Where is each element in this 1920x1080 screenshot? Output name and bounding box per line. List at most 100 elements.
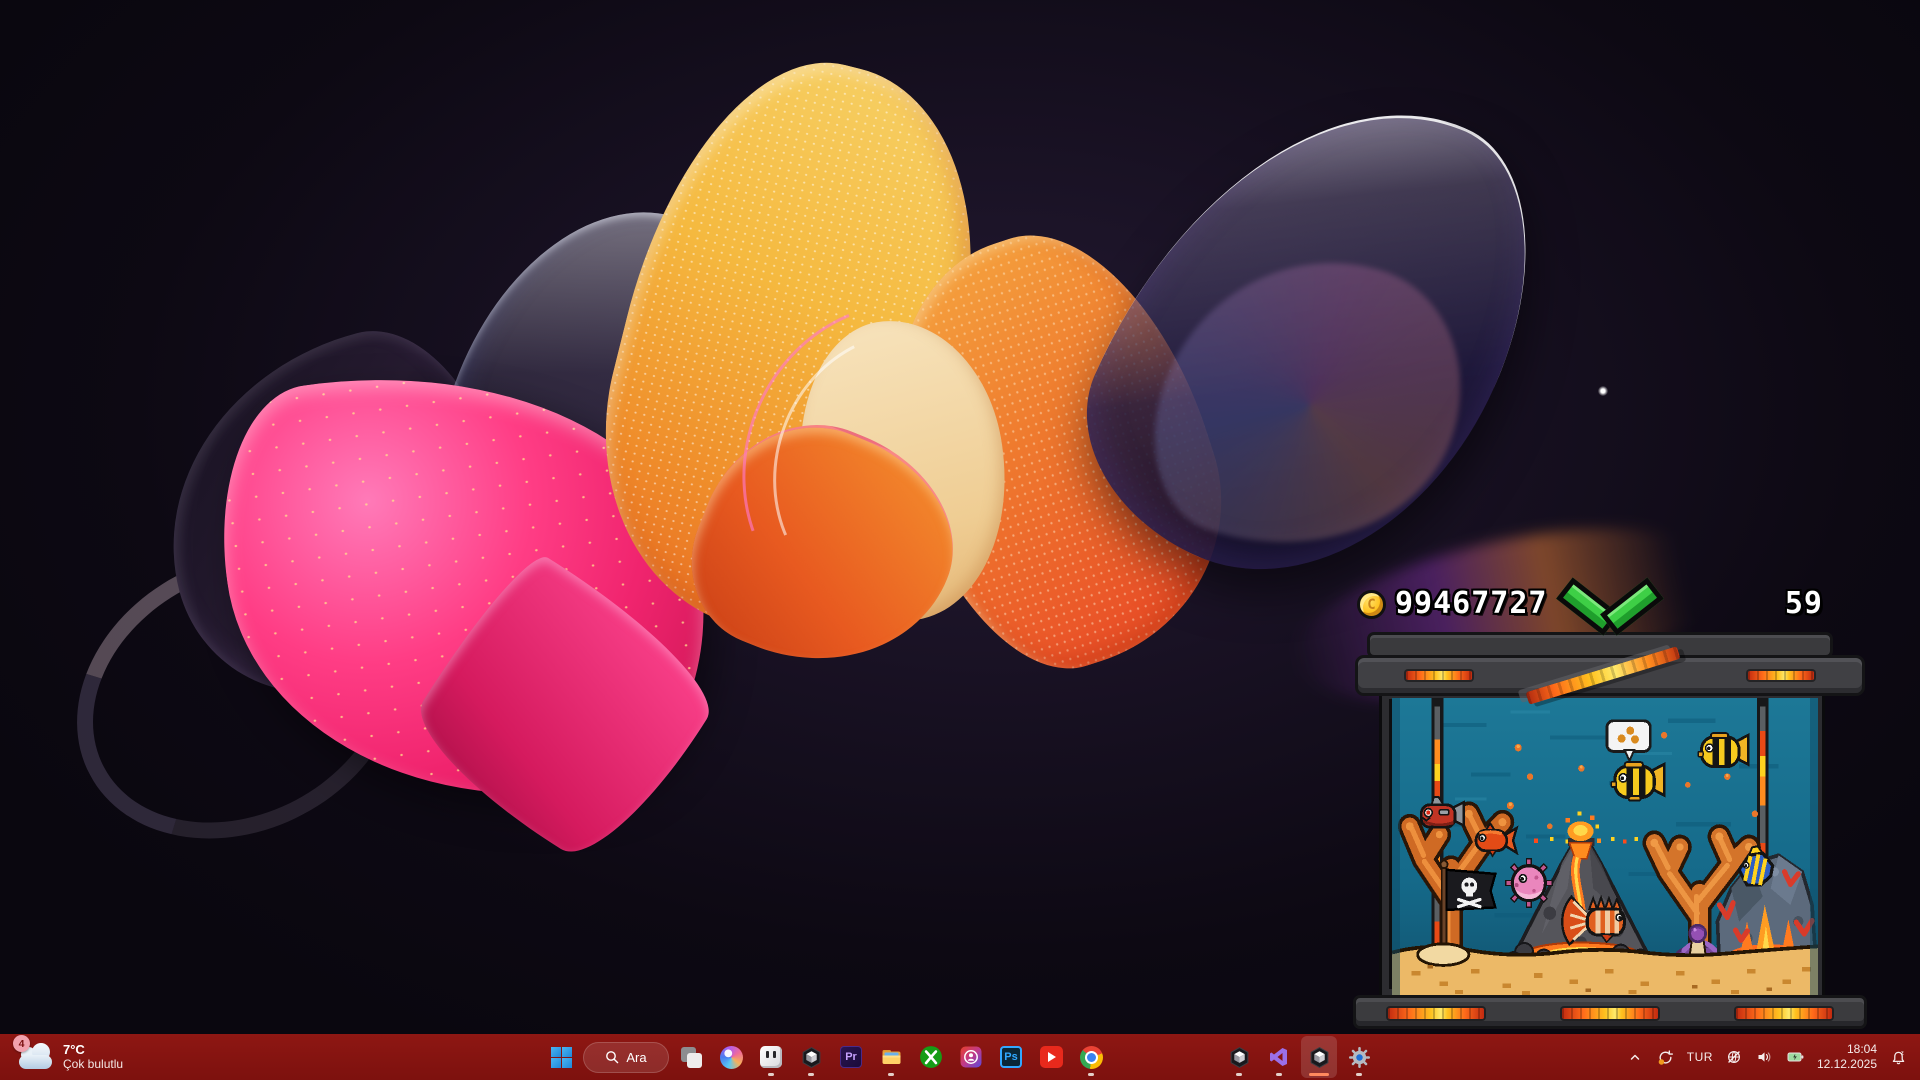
tank-lid	[1355, 655, 1865, 696]
running-indicator	[768, 1073, 774, 1076]
visual-studio-icon	[1268, 1046, 1290, 1068]
aquarium-widget[interactable]: C 99467727 59	[1353, 585, 1867, 1029]
network-button[interactable]	[1724, 1043, 1744, 1071]
taskbar: 4 7°C Çok bulutlu Ara	[0, 1034, 1920, 1080]
wallpaper-glass-petal	[421, 165, 778, 564]
bell-dnd-icon: z	[1890, 1049, 1907, 1066]
task-view-icon	[681, 1047, 702, 1068]
tray-time: 18:04	[1817, 1042, 1877, 1057]
taskbar-app-explorer[interactable]	[873, 1036, 909, 1078]
lid-lava-strip	[1748, 671, 1814, 680]
wallpaper-gloss-rim	[735, 296, 1066, 645]
windows-logo-icon	[551, 1047, 572, 1068]
weather-condition: Çok bulutlu	[63, 1057, 123, 1072]
taskbar-app-unity-1[interactable]	[1221, 1036, 1257, 1078]
battery-charging-icon	[1786, 1049, 1806, 1065]
unity-icon	[1228, 1046, 1251, 1069]
pet-app-icon	[760, 1046, 782, 1068]
battery-button[interactable]	[1786, 1043, 1806, 1071]
taskbar-app-photoshop[interactable]: Ps	[993, 1036, 1029, 1078]
chrome-icon	[1080, 1046, 1103, 1069]
wallpaper-pink-petal	[202, 334, 729, 835]
premiere-pro-icon: Pr	[840, 1046, 862, 1068]
coin-counter: 99467727	[1395, 586, 1548, 621]
running-indicator	[888, 1073, 894, 1076]
fish-counter: 59	[1785, 586, 1823, 621]
language-indicator[interactable]: TUR	[1687, 1050, 1713, 1064]
wallpaper-glass-loop	[27, 496, 454, 894]
running-indicator	[1276, 1073, 1282, 1076]
clock[interactable]: 18:04 12.12.2025	[1817, 1042, 1877, 1072]
svg-text:z: z	[1900, 1050, 1903, 1056]
aquarium-scene	[1392, 698, 1818, 996]
wallpaper-orange-petal	[846, 199, 1264, 701]
taskbar-app-unity-hub[interactable]	[793, 1036, 829, 1078]
wallpaper-cream-petal	[776, 304, 1030, 635]
base-lava-strip	[1736, 1008, 1832, 1019]
running-indicator	[808, 1073, 814, 1076]
chevron-up-icon	[1628, 1050, 1642, 1064]
wallpaper-glass-right-petal	[1044, 31, 1585, 638]
taskbar-app-premiere[interactable]: Pr	[833, 1036, 869, 1078]
chevron-down-icon[interactable]	[1560, 581, 1660, 647]
search-label: Ara	[626, 1050, 646, 1065]
update-pending-button[interactable]	[1656, 1043, 1676, 1071]
lid-lava-strip	[1406, 671, 1472, 680]
speaker-icon	[1756, 1049, 1773, 1065]
globe-no-internet-icon	[1726, 1049, 1742, 1065]
search-box[interactable]: Ara	[583, 1036, 669, 1078]
cloud-icon: 4	[18, 1044, 54, 1070]
xbox-icon	[919, 1045, 943, 1069]
weather-temperature: 7°C	[63, 1042, 123, 1057]
wallpaper-pink-tail	[395, 542, 734, 878]
taskbar-app-xbox[interactable]	[913, 1036, 949, 1078]
taskbar-app-pet[interactable]	[753, 1036, 789, 1078]
taskbar-app-task-view[interactable]	[673, 1036, 709, 1078]
volume-button[interactable]	[1755, 1043, 1775, 1071]
taskbar-app-visual-studio[interactable]	[1261, 1036, 1297, 1078]
taskbar-app-unity-active[interactable]	[1301, 1036, 1337, 1078]
hidden-icons-button[interactable]	[1625, 1043, 1645, 1071]
file-explorer-icon	[880, 1046, 903, 1068]
taskbar-app-copilot[interactable]	[713, 1036, 749, 1078]
pufferfish	[1506, 859, 1553, 908]
taskbar-app-settings[interactable]	[1341, 1036, 1377, 1078]
taskbar-separator	[1113, 1052, 1217, 1062]
base-lava-strip	[1388, 1008, 1484, 1019]
butterflyfish	[1698, 733, 1748, 766]
desktop: C 99467727 59	[0, 0, 1920, 1080]
weather-widget[interactable]: 4 7°C Çok bulutlu	[12, 1034, 129, 1080]
taskbar-app-youtube[interactable]	[1033, 1036, 1069, 1078]
system-tray: TUR	[1625, 1034, 1920, 1080]
weather-badge: 4	[13, 1035, 30, 1052]
running-indicator	[1236, 1073, 1242, 1076]
sync-icon	[1657, 1049, 1674, 1066]
active-indicator	[1309, 1073, 1329, 1076]
aquarium-tank[interactable]	[1379, 689, 1825, 999]
running-indicator	[1356, 1073, 1362, 1076]
wallpaper-dark-petal	[127, 307, 543, 723]
copilot-icon	[720, 1046, 743, 1069]
settings-gear-icon	[1348, 1046, 1371, 1069]
wallpaper-yellow-petal	[561, 29, 1019, 662]
taskbar-app-chrome[interactable]	[1073, 1036, 1109, 1078]
wallpaper-iridescent-glow	[1126, 218, 1495, 593]
taskbar-app-people[interactable]	[953, 1036, 989, 1078]
unity-icon	[1308, 1046, 1331, 1069]
youtube-icon	[1040, 1046, 1063, 1068]
start-button[interactable]	[543, 1036, 579, 1078]
unity-hub-icon	[800, 1046, 823, 1069]
coin-icon: C	[1357, 590, 1386, 619]
people-app-icon	[960, 1046, 982, 1068]
wallpaper-orange-curl	[665, 392, 985, 704]
taskbar-center: Ara Pr	[543, 1034, 1377, 1080]
running-indicator	[1088, 1073, 1094, 1076]
search-icon	[605, 1050, 619, 1064]
notifications-button[interactable]: z	[1888, 1043, 1908, 1071]
base-lava-strip	[1562, 1008, 1658, 1019]
wallpaper-sparkle	[1598, 386, 1608, 396]
photoshop-icon: Ps	[1000, 1046, 1022, 1068]
wallpaper-gloss-rim	[691, 253, 1099, 676]
tray-date: 12.12.2025	[1817, 1057, 1877, 1072]
tank-base	[1353, 995, 1867, 1029]
